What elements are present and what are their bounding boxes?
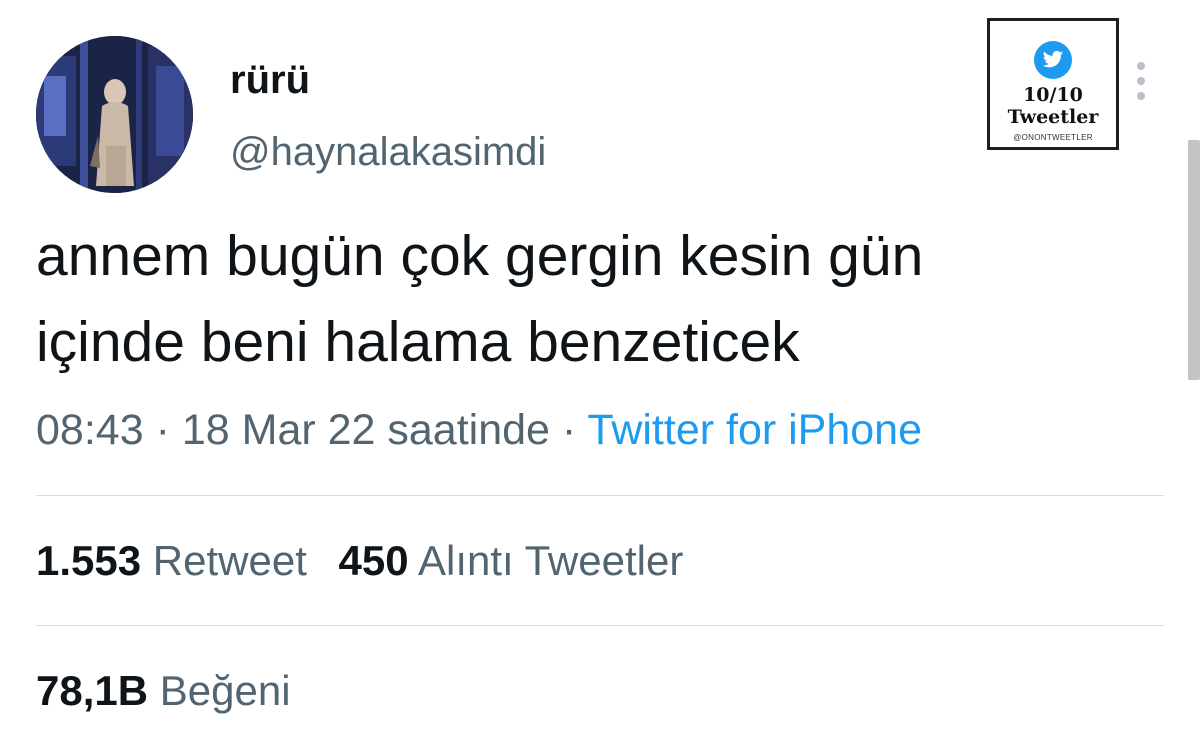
avatar[interactable]: [36, 36, 193, 193]
like-stat[interactable]: 78,1B Beğeni: [36, 666, 291, 716]
watermark-title: 10/10: [1023, 84, 1083, 106]
quote-stat[interactable]: 450 Alıntı Tweetler: [339, 536, 684, 586]
twitter-bird-icon: [1034, 41, 1072, 79]
meta-separator: ·: [561, 406, 577, 454]
tweet-date[interactable]: 18 Mar 22 saatinde: [182, 406, 550, 454]
divider: [36, 625, 1164, 626]
like-stats: 78,1B Beğeni: [36, 666, 291, 716]
tweet-time[interactable]: 08:43: [36, 406, 144, 454]
retweet-stat[interactable]: 1.553 Retweet: [36, 536, 307, 586]
meta-separator: ·: [155, 406, 170, 454]
watermark-logo: 10/10 Tweetler @ONONTWEETLER: [987, 18, 1119, 150]
like-label: Beğeni: [159, 667, 291, 714]
quote-label: Alıntı Tweetler: [417, 537, 684, 584]
author-handle[interactable]: @haynalakasimdi: [230, 128, 546, 176]
more-vertical-icon[interactable]: [1132, 62, 1150, 100]
divider: [36, 495, 1164, 496]
retweet-quote-stats: 1.553 Retweet 450 Alıntı Tweetler: [36, 536, 683, 586]
tweet-text: annem bugün çok gergin kesin gün içinde b…: [36, 213, 1176, 385]
watermark-handle: @ONONTWEETLER: [1013, 133, 1093, 142]
quote-count: 450: [338, 537, 409, 584]
tweet-text-line-2: içinde beni halama benzeticek: [36, 310, 800, 374]
author-display-name[interactable]: rürü: [230, 56, 310, 104]
tweet-text-line-1: annem bugün çok gergin kesin gün: [36, 224, 924, 288]
like-count: 78,1B: [36, 667, 149, 714]
retweet-label: Retweet: [152, 537, 307, 584]
retweet-count: 1.553: [36, 537, 142, 584]
tweet-meta: 08:43 · 18 Mar 22 saatinde · Twitter for…: [36, 404, 922, 456]
avatar-photo: [36, 36, 193, 193]
tweet-source-link[interactable]: Twitter for iPhone: [587, 406, 922, 454]
scrollbar[interactable]: [1188, 140, 1200, 380]
watermark-subtitle: Tweetler: [1007, 106, 1099, 128]
